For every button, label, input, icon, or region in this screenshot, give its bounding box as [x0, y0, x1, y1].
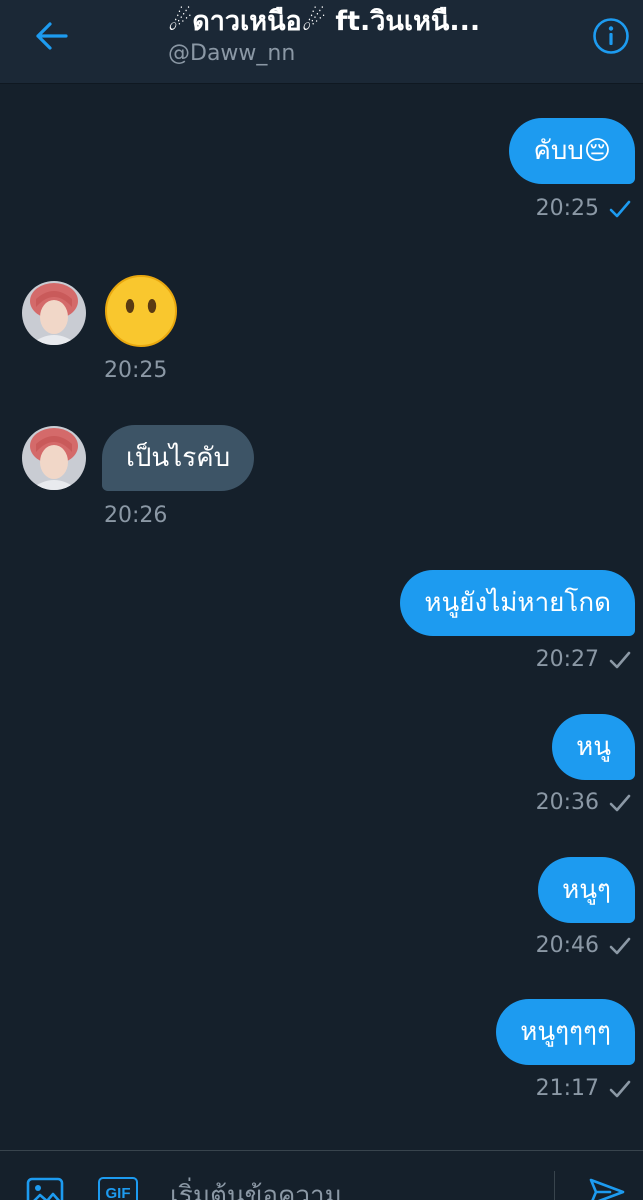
- composer-divider: [554, 1171, 555, 1200]
- add-image-button[interactable]: [26, 1177, 64, 1200]
- message-text: เป็นไรคับ: [126, 443, 231, 473]
- send-button[interactable]: [588, 1177, 626, 1200]
- message-meta: 20:46: [536, 933, 631, 958]
- sender-avatar[interactable]: [22, 426, 86, 490]
- message-time: 20:25: [104, 358, 168, 383]
- message-bubble-sent[interactable]: หนูๆ: [538, 857, 635, 923]
- back-button[interactable]: [30, 14, 74, 58]
- sent-check-icon: [609, 794, 631, 811]
- gif-label: GIF: [105, 1184, 131, 1200]
- message-time: 20:27: [535, 647, 599, 672]
- message-meta: 20:26: [104, 503, 167, 528]
- sent-check-icon: [609, 937, 631, 954]
- avatar-image: [22, 281, 86, 345]
- gif-icon: GIF: [98, 1177, 138, 1200]
- message-text: คับบ😔: [533, 136, 611, 166]
- message-text: หนู: [576, 732, 611, 762]
- message-bubble-sent[interactable]: หนูยังไม่หายโกด: [400, 570, 635, 636]
- image-icon: [26, 1177, 64, 1200]
- info-icon: [593, 18, 629, 54]
- message-meta: 20:36: [536, 790, 631, 815]
- message-meta: 20:25: [104, 358, 167, 383]
- message-meta: 21:17: [536, 1076, 631, 1101]
- message-time: 20:26: [104, 503, 168, 528]
- message-time: 20:25: [535, 196, 599, 221]
- conversation-header: ☄ดาวเหนือ☄ ft.วินเหนื... @Daww_nn: [0, 0, 643, 84]
- message-text: หนูๆๆๆๆ: [520, 1017, 611, 1047]
- message-text: หนูๆ: [562, 875, 611, 905]
- message-bubble-received[interactable]: เป็นไรคับ: [102, 425, 255, 491]
- message-text: หนูยังไม่หายโกด: [424, 588, 611, 618]
- info-button[interactable]: [589, 14, 633, 58]
- conversation-title-block[interactable]: ☄ดาวเหนือ☄ ft.วินเหนื... @Daww_nn: [168, 6, 548, 68]
- message-time: 21:17: [535, 1076, 599, 1101]
- avatar-image: [22, 426, 86, 490]
- message-time: 20:36: [535, 790, 599, 815]
- message-meta: 20:25: [536, 196, 631, 221]
- message-bubble-sent[interactable]: หนูๆๆๆๆ: [496, 999, 635, 1065]
- message-bubble-received[interactable]: 😶: [104, 274, 178, 363]
- sender-avatar[interactable]: [22, 281, 86, 345]
- send-icon: [589, 1178, 625, 1200]
- message-input[interactable]: เริ่มต้นข้อความ: [170, 1175, 342, 1200]
- no-mouth-face-emoji: [105, 275, 177, 347]
- message-bubble-sent[interactable]: หนู: [552, 714, 635, 780]
- read-check-icon: [609, 200, 631, 217]
- sent-check-icon: [609, 1080, 631, 1097]
- message-time: 20:46: [535, 933, 599, 958]
- add-gif-button[interactable]: GIF: [98, 1177, 138, 1200]
- message-composer: GIF เริ่มต้นข้อความ: [0, 1150, 643, 1200]
- message-meta: 20:27: [536, 647, 631, 672]
- sent-check-icon: [609, 651, 631, 668]
- back-arrow-icon: [36, 22, 68, 50]
- message-bubble-sent[interactable]: คับบ😔: [509, 118, 635, 184]
- conversation-title: ☄ดาวเหนือ☄ ft.วินเหนื...: [168, 6, 481, 37]
- conversation-handle: @Daww_nn: [168, 41, 296, 66]
